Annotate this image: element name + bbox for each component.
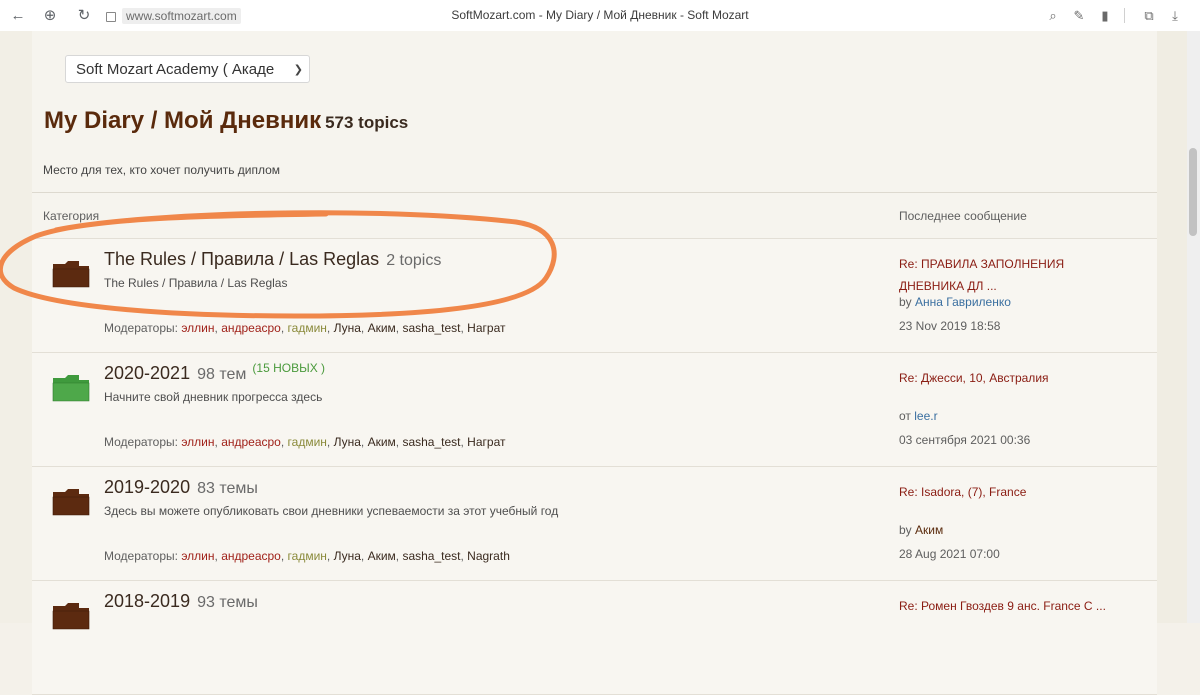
moderator-link[interactable]: Награт <box>467 321 505 335</box>
last-post-date: 23 Nov 2019 18:58 <box>899 319 1001 333</box>
forum-title-text[interactable]: 2019-2020 <box>104 477 190 497</box>
moderator-link[interactable]: эллин <box>181 549 214 563</box>
last-post-user-link[interactable]: Аким <box>915 523 943 537</box>
lock-icon <box>106 11 116 22</box>
column-header-category: Категория <box>43 209 100 223</box>
moderators-line: Модераторы: эллин, андреасро, гадмин, Лу… <box>104 435 506 449</box>
moderator-link[interactable]: гадмин <box>288 435 327 449</box>
last-post-user-link[interactable]: Анна Гавриленко <box>915 295 1011 309</box>
download-icon[interactable]: ⤓ <box>1164 0 1186 31</box>
chevron-down-icon: ❯ <box>293 64 303 76</box>
moderators-line: Модераторы: эллин, андреасро, гадмин, Лу… <box>104 321 506 335</box>
moderators-label: Модераторы: <box>104 549 178 563</box>
moderator-link[interactable]: гадмин <box>288 321 327 335</box>
last-post-title[interactable]: Re: Isadora, (7), France <box>899 481 1129 503</box>
back-icon[interactable]: ← <box>6 0 30 31</box>
column-header-last-post: Последнее сообщение <box>899 209 1027 223</box>
profile-icon[interactable]: ⊕ <box>38 0 62 31</box>
topic-count: 573 topics <box>325 113 409 132</box>
last-post-by-label: by <box>899 523 912 537</box>
moderator-link[interactable]: sasha_test <box>402 321 460 335</box>
folder-brown-icon <box>52 489 90 516</box>
divider <box>32 192 1157 193</box>
moderator-link[interactable]: sasha_test <box>402 549 460 563</box>
forum-title-text[interactable]: 2020-2021 <box>104 363 190 383</box>
last-post-date: 03 сентября 2021 00:36 <box>899 433 1031 447</box>
bookmark-icon[interactable]: ▮ <box>1094 0 1116 31</box>
moderator-link[interactable]: sasha_test <box>402 435 460 449</box>
moderator-link[interactable]: андреасро <box>221 321 281 335</box>
forum-topic-count: 2 topics <box>386 252 442 269</box>
last-post-by-label: by <box>899 295 912 309</box>
moderator-link[interactable]: Луна <box>334 435 361 449</box>
forum-row: 2018-2019 93 темы Re: Ромен Гвоздев 9 ан… <box>32 581 1157 695</box>
last-post-author: от lee.r <box>899 409 938 423</box>
moderators-line: Модераторы: эллин, андреасро, гадмин, Лу… <box>104 549 510 563</box>
folder-brown-icon <box>52 261 90 288</box>
moderator-link[interactable]: андреасро <box>221 549 281 563</box>
forum-row: The Rules / Правила / Las Reglas 2 topic… <box>32 239 1157 353</box>
folder-brown-icon <box>52 603 90 630</box>
forum-topic-count: 83 темы <box>197 480 258 497</box>
forum-selector-value: Soft Mozart Academy ( Акаде <box>76 61 275 78</box>
moderator-link[interactable]: Аким <box>368 435 396 449</box>
moderator-link[interactable]: Аким <box>368 549 396 563</box>
scrollbar[interactable] <box>1187 31 1200 623</box>
moderator-link[interactable]: эллин <box>181 321 214 335</box>
last-post-by-label: от <box>899 409 911 423</box>
last-post-author: by Аким <box>899 523 943 537</box>
toolbar-divider <box>1124 8 1125 23</box>
forum-title-text[interactable]: The Rules / Правила / Las Reglas <box>104 249 379 269</box>
reload-icon[interactable]: ↻ <box>72 0 96 31</box>
extensions-icon[interactable]: ⧉ <box>1138 0 1160 31</box>
moderators-label: Модераторы: <box>104 435 178 449</box>
forum-description: Начните свой дневник прогресса здесь <box>104 390 323 404</box>
page-margin-right <box>1157 31 1187 623</box>
moderator-link[interactable]: эллин <box>181 435 214 449</box>
page-title: My Diary / Мой Дневник 573 topics <box>44 107 408 135</box>
new-posts-badge[interactable]: (15 НОВЫХ ) <box>252 361 325 375</box>
forum-topic-count: 93 темы <box>197 594 258 611</box>
forum-panel: Soft Mozart Academy ( Акаде ❯ My Diary /… <box>32 31 1157 695</box>
scrollbar-thumb[interactable] <box>1189 148 1197 236</box>
address-text: www.softmozart.com <box>122 8 241 24</box>
moderator-link[interactable]: андреасро <box>221 435 281 449</box>
page-description: Место для тех, кто хочет получить диплом <box>43 163 281 177</box>
page-title-text: My Diary / Мой Дневник <box>44 107 322 134</box>
last-post-author: by Анна Гавриленко <box>899 295 1011 309</box>
moderator-link[interactable]: Nagrath <box>467 549 510 563</box>
forum-row: 2019-2020 83 темы Здесь вы можете опубли… <box>32 467 1157 581</box>
last-post-title[interactable]: Re: Джесси, 10, Австралия <box>899 367 1129 389</box>
window-title: SoftMozart.com - My Diary / Мой Дневник … <box>451 8 749 22</box>
forum-title-link[interactable]: The Rules / Правила / Las Reglas 2 topic… <box>104 249 441 270</box>
zoom-icon[interactable]: ⌕ <box>1042 0 1064 31</box>
moderators-label: Модераторы: <box>104 321 178 335</box>
last-post-title[interactable]: Re: Ромен Гвоздев 9 анс. France C ... <box>899 595 1129 617</box>
last-post-user-link[interactable]: lee.r <box>914 409 937 423</box>
moderator-link[interactable]: гадмин <box>288 549 327 563</box>
forum-selector[interactable]: Soft Mozart Academy ( Акаде ❯ <box>65 55 310 83</box>
moderator-link[interactable]: Луна <box>334 549 361 563</box>
moderator-link[interactable]: Награт <box>467 435 505 449</box>
translate-icon[interactable]: ✎ <box>1068 0 1090 31</box>
browser-toolbar: ← ⊕ ↻ www.softmozart.com SoftMozart.com … <box>0 0 1200 32</box>
address-bar[interactable]: www.softmozart.com <box>104 7 244 25</box>
forum-description: The Rules / Правила / Las Reglas <box>104 276 288 290</box>
forum-title-link[interactable]: 2018-2019 93 темы <box>104 591 258 612</box>
forum-description: Здесь вы можете опубликовать свои дневни… <box>104 504 559 518</box>
page-margin-left <box>0 31 32 623</box>
folder-green-icon <box>52 375 90 402</box>
forum-topic-count: 98 тем <box>197 366 247 383</box>
forum-title-text[interactable]: 2018-2019 <box>104 591 190 611</box>
last-post-date: 28 Aug 2021 07:00 <box>899 547 1000 561</box>
forum-title-link[interactable]: 2020-2021 98 тем (15 НОВЫХ ) <box>104 361 325 384</box>
forum-row: 2020-2021 98 тем (15 НОВЫХ ) Начните свой… <box>32 353 1157 467</box>
moderator-link[interactable]: Аким <box>368 321 396 335</box>
moderator-link[interactable]: Луна <box>334 321 361 335</box>
last-post-title[interactable]: Re: ПРАВИЛА ЗАПОЛНЕНИЯ ДНЕВНИКА ДЛ ... <box>899 253 1129 297</box>
forum-title-link[interactable]: 2019-2020 83 темы <box>104 477 258 498</box>
